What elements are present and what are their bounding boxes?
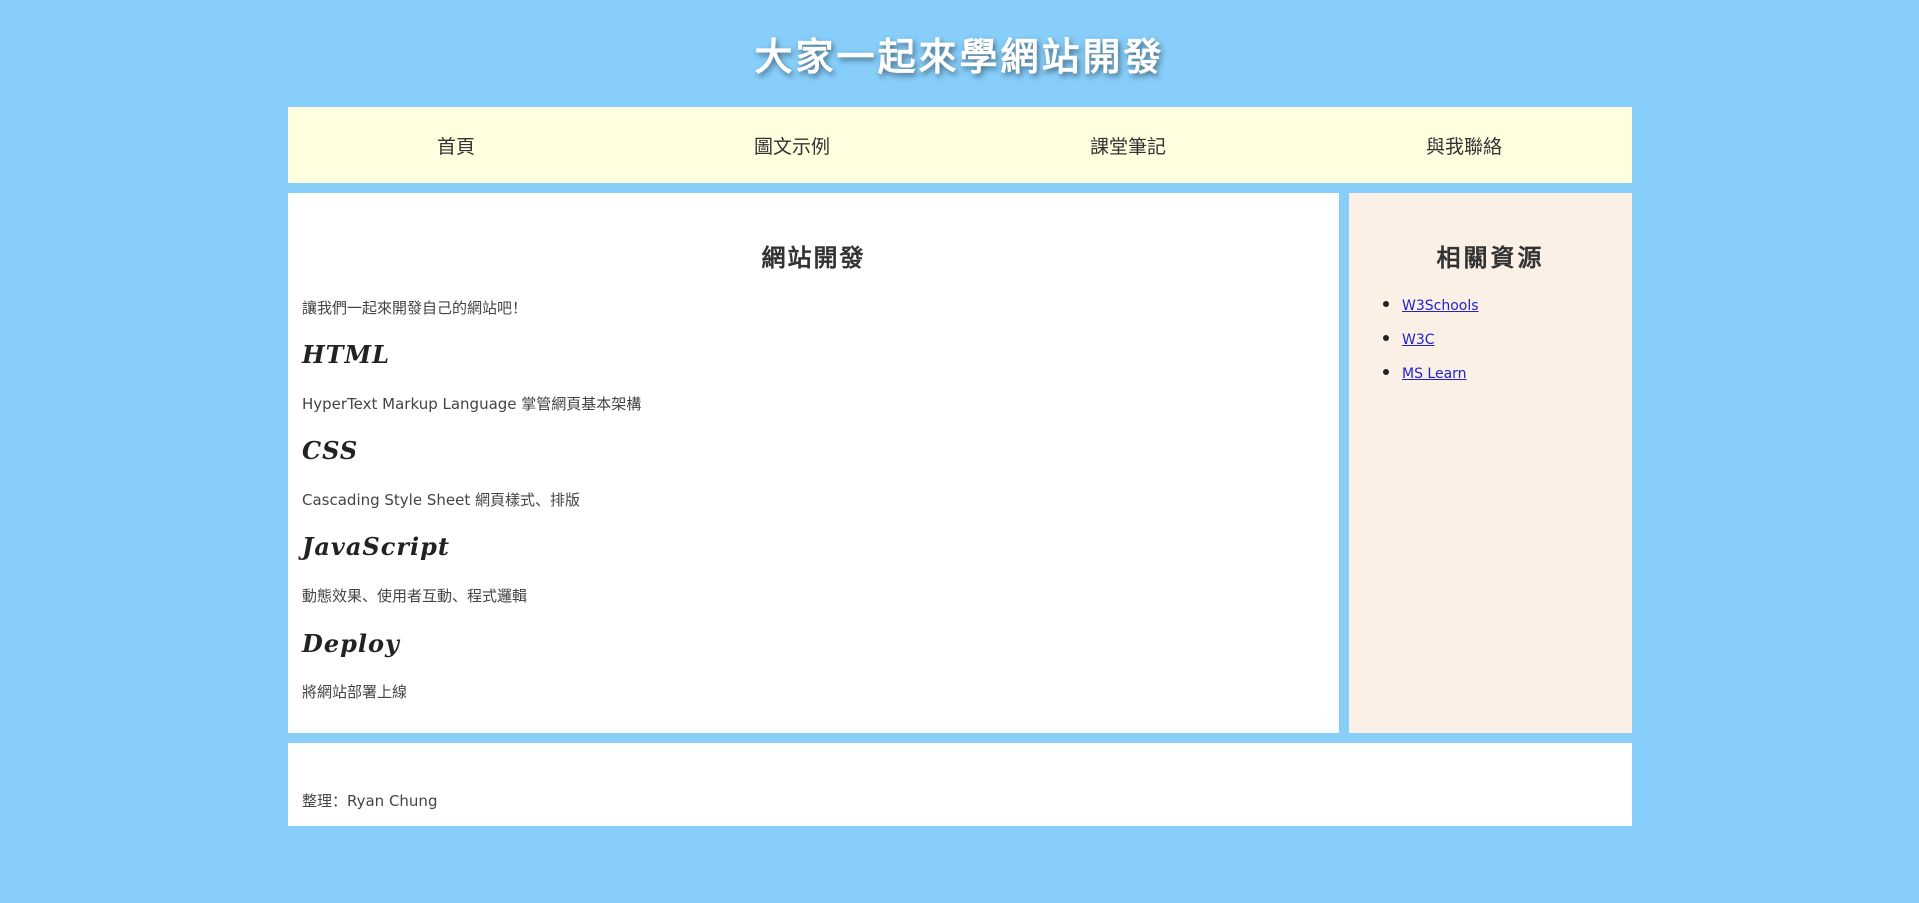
resources-heading: 相關資源 [1436,243,1545,272]
nav-item-image-examples[interactable]: 圖文示例 [624,107,960,183]
site-title: 大家一起來學網站開發 [754,34,1165,79]
bullet-icon [1383,335,1389,341]
main-content [288,193,1339,733]
nav-item-class-notes[interactable]: 課堂筆記 [960,107,1296,183]
nav-item-contact[interactable]: 與我聯絡 [1296,107,1632,183]
main-heading: 網站開發 [761,243,866,272]
topic-title-deploy: Deploy [302,629,400,658]
link-w3c[interactable]: W3C [1402,332,1435,348]
topic-title-css: CSS [302,436,359,465]
intro-text: 讓我們一起來開發自己的網站吧！ [302,299,528,317]
resources-sidebar [1349,193,1632,733]
link-w3schools[interactable]: W3Schools [1402,298,1479,314]
main-nav: 首頁 圖文示例 課堂筆記 與我聯絡 [288,107,1632,183]
link-ms-learn[interactable]: MS Learn [1402,366,1467,382]
bullet-icon [1383,369,1389,375]
topic-title-javascript: JavaScript [302,532,450,561]
topic-desc-javascript: 動態效果、使用者互動、程式邏輯 [302,587,528,605]
resource-list-item: W3C [1383,332,1435,348]
nav-item-home[interactable]: 首頁 [288,107,624,183]
topic-title-html: HTML [302,340,390,369]
topic-desc-css: Cascading Style Sheet 網頁樣式、排版 [302,491,580,509]
resource-list-item: W3Schools [1383,298,1479,314]
footer-credit: 整理：Ryan Chung [302,792,438,810]
resource-list-item: MS Learn [1383,366,1467,382]
footer: 整理：Ryan Chung [288,743,1632,826]
topic-desc-deploy: 將網站部署上線 [302,683,408,701]
topic-desc-html: HyperText Markup Language 掌管網頁基本架構 [302,395,642,413]
bullet-icon [1383,301,1389,307]
